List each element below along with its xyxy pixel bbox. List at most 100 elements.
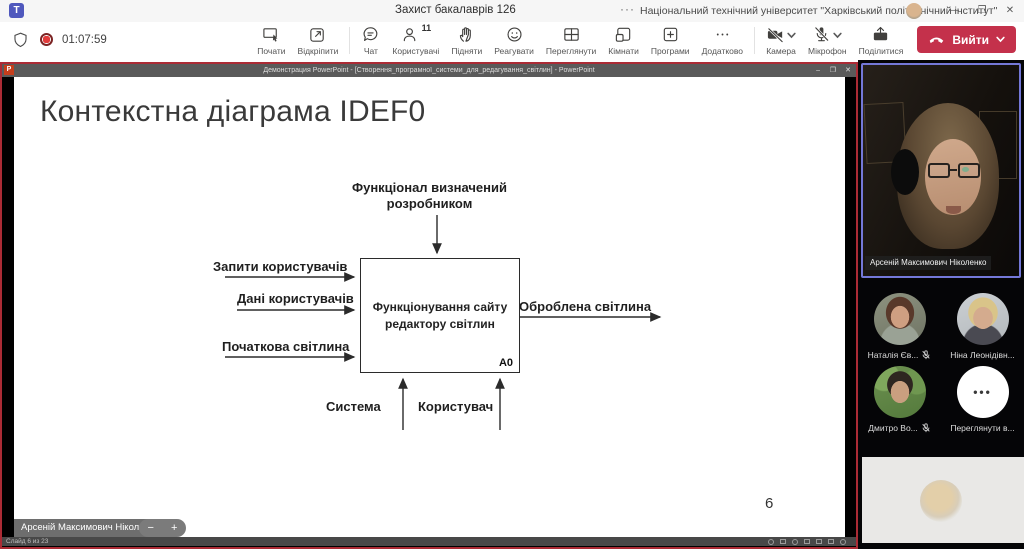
slide-canvas: Контекстна діаграма IDEF0 Функціонал виз… (14, 77, 845, 537)
participant-name: Наталія Єв... (868, 350, 919, 360)
powerpoint-icon: P (4, 65, 14, 75)
camera-options-chevron-icon[interactable] (787, 31, 796, 40)
participants-count-badge: 11 (422, 23, 432, 33)
pop-out-icon (308, 25, 327, 44)
teams-meeting-window: T Захист бакалаврів 126 ··· Національний… (0, 0, 1024, 549)
avatar (874, 293, 926, 345)
view-more-participants-tile[interactable]: ••• Переглянути в... (941, 366, 1024, 433)
mic-options-chevron-icon[interactable] (833, 31, 842, 40)
participant-name: Переглянути в... (950, 423, 1014, 433)
slideshow-controls (768, 539, 846, 545)
apps-button[interactable]: Програми (645, 25, 696, 56)
participant-name: Ніна Леонідівн... (950, 350, 1015, 360)
chat-icon (361, 25, 380, 44)
raise-hand-button[interactable]: Підняти (445, 25, 488, 56)
hang-up-icon (928, 31, 945, 48)
video-sidebar: Арсеній Максимович Ніколенко Наталія Єв.… (858, 60, 1024, 549)
share-button[interactable]: Поділитися (853, 25, 910, 56)
more-button[interactable]: Додатково (696, 25, 749, 56)
speaker-mouth (946, 206, 961, 214)
toolbar-divider (349, 27, 350, 54)
chat-button[interactable]: Чат (355, 25, 386, 56)
raise-hand-icon (457, 25, 476, 44)
slideshow-next-icon (792, 539, 798, 545)
diagram-input-2: Дані користувачів (237, 291, 354, 306)
ppt-restore-icon: ❐ (830, 64, 836, 77)
add-app-icon (661, 25, 680, 44)
slideshow-notes-icon (804, 539, 810, 544)
window-minimize-button[interactable]: — (940, 0, 968, 22)
mic-button[interactable]: Мікрофон (802, 25, 853, 56)
mic-muted-icon (921, 350, 931, 360)
self-avatar (920, 480, 962, 522)
diagram-input-3: Початкова світлина (222, 339, 349, 354)
toolbar-buttons: Почати Відкріпити Чат 11 Користувачі (251, 25, 1020, 61)
camera-off-icon (766, 25, 785, 44)
window-restore-button[interactable]: ❐ (968, 0, 996, 22)
more-dots-icon (713, 25, 732, 44)
leave-button[interactable]: Вийти (917, 26, 1016, 53)
user-avatar[interactable] (906, 3, 922, 19)
diagram-control-label: Функціонал визначений розробником (322, 180, 537, 213)
idef0-a0-box: Функціонування сайту редактору світлин A… (360, 258, 520, 373)
slideshow-grid-icon (816, 539, 822, 544)
recording-indicator-icon (40, 33, 53, 46)
participant-tile[interactable]: Дмитро Во... (858, 366, 941, 433)
diagram-mechanism-2: Користувач (418, 399, 493, 414)
shared-zoom-controls[interactable]: − + (139, 519, 186, 537)
smiley-icon (505, 25, 524, 44)
powerpoint-title: Демонстрация PowerPoint - [Створення_про… (2, 64, 856, 77)
more-participants-icon: ••• (957, 366, 1009, 418)
participant-tile[interactable]: Наталія Єв... (858, 293, 941, 360)
titlebar-overflow-icon[interactable]: ··· (620, 2, 635, 16)
avatar (957, 293, 1009, 345)
zoom-in-button[interactable]: + (171, 522, 177, 534)
meeting-title: Захист бакалаврів 126 (395, 4, 516, 16)
window-titlebar: T Захист бакалаврів 126 ··· Національний… (0, 0, 1024, 23)
slideshow-statusbar: Слайд 6 из 23 (2, 537, 856, 546)
ppt-close-icon: ✕ (845, 64, 851, 77)
speaker-headphones (891, 149, 919, 195)
participant-tile[interactable]: Ніна Леонідівн... (941, 293, 1024, 360)
mic-off-icon (812, 25, 831, 44)
toolbar-divider (754, 27, 755, 54)
meeting-timer: 01:07:59 (62, 34, 107, 46)
leave-options-chevron-icon[interactable] (996, 35, 1005, 44)
idef0-box-label: Функціонування сайту редактору світлин (372, 299, 508, 331)
ppt-minimize-icon: ‒ (816, 64, 820, 77)
rooms-button[interactable]: Кімнати (602, 25, 645, 56)
slideshow-more-icon (840, 539, 846, 545)
diagram-output-1: Оброблена світлина (519, 299, 651, 314)
breakout-rooms-icon (614, 25, 633, 44)
start-presenting-button[interactable]: Почати (251, 25, 291, 56)
slideshow-pen-icon (780, 539, 786, 544)
glasses-bridge (950, 169, 957, 171)
powerpoint-titlebar: Демонстрация PowerPoint - [Створення_про… (2, 64, 856, 77)
zoom-out-button[interactable]: − (148, 522, 154, 534)
react-button[interactable]: Реагувати (488, 25, 540, 56)
self-view-panel[interactable] (862, 457, 1024, 543)
people-icon (401, 25, 420, 44)
window-close-button[interactable]: ✕ (996, 0, 1024, 22)
speaker-name-tag: Арсеній Максимович Ніколенко (865, 256, 991, 270)
diagram-input-1: Запити користувачів (213, 259, 347, 274)
view-button[interactable]: Переглянути (540, 25, 602, 56)
slide-page-number: 6 (765, 495, 773, 512)
share-screen-icon (871, 25, 890, 44)
gallery-grid-icon (562, 25, 581, 44)
participants-button[interactable]: 11 Користувачі (386, 25, 445, 56)
meeting-toolbar: 01:07:59 Почати Відкріпити Чат (0, 22, 1024, 63)
teams-logo-icon: T (9, 3, 24, 18)
mic-muted-icon (921, 423, 931, 433)
slide-title: Контекстна діаграма IDEF0 (40, 95, 425, 129)
idef0-box-code: A0 (499, 357, 513, 369)
avatar (874, 366, 926, 418)
unpin-button[interactable]: Відкріпити (292, 25, 345, 56)
shared-screen-region: Демонстрация PowerPoint - [Створення_про… (0, 62, 858, 549)
active-speaker-video[interactable]: Арсеній Максимович Ніколенко (861, 63, 1021, 278)
camera-button[interactable]: Камера (760, 25, 802, 56)
present-screen-icon (262, 25, 281, 44)
slideshow-zoom-icon (828, 539, 834, 544)
screen-reflection (962, 167, 969, 172)
glasses-left-lens (928, 163, 950, 178)
